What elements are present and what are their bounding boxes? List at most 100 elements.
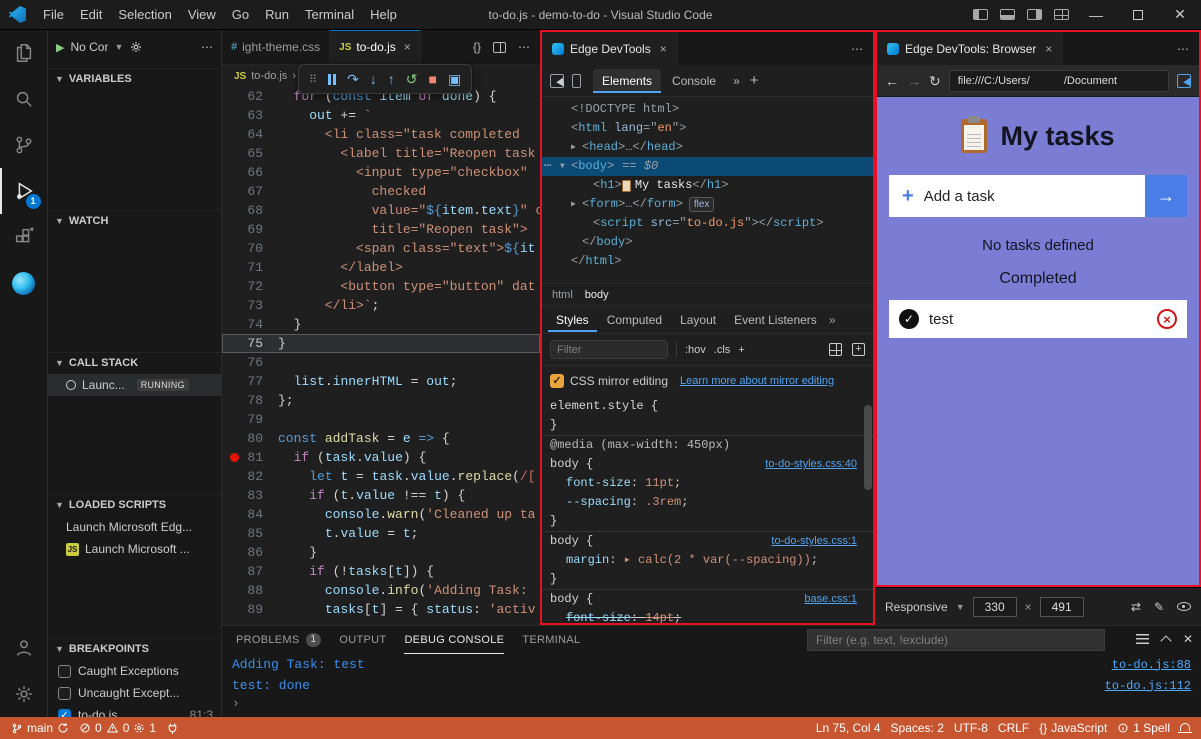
indentation-setting[interactable]: Spaces: 2 — [886, 717, 949, 739]
source-link[interactable]: to-do.js:88 — [1112, 658, 1191, 672]
line-number[interactable]: 89 — [222, 600, 278, 619]
line-number[interactable]: 88 — [222, 581, 278, 600]
panel-tab-output[interactable]: OUTPUT — [339, 626, 386, 654]
eol-setting[interactable]: CRLF — [993, 717, 1034, 739]
toggle-secondary-sidebar-button[interactable] — [1021, 0, 1048, 29]
line-number[interactable]: 67 — [222, 182, 278, 201]
menu-edit[interactable]: Edit — [72, 3, 110, 26]
source-link[interactable]: to-do.js:112 — [1105, 679, 1191, 693]
checkbox[interactable] — [58, 665, 71, 678]
settings-button[interactable] — [0, 671, 48, 717]
inspect-element-icon[interactable] — [1177, 74, 1191, 88]
accounts-button[interactable] — [0, 625, 48, 671]
customize-layout-button[interactable] — [1048, 0, 1075, 29]
section-watch[interactable]: ▼WATCH — [48, 210, 221, 230]
line-number[interactable]: 77 — [222, 372, 278, 391]
dom-node[interactable]: <h1>My tasks</h1> — [542, 176, 873, 195]
line-number[interactable]: 63 — [222, 106, 278, 125]
stylesheet-link[interactable]: to-do-styles.css:40 — [765, 455, 873, 474]
split-editor-icon[interactable] — [493, 42, 506, 53]
breakpoint-item[interactable]: Uncaught Except... — [48, 682, 221, 704]
menu-terminal[interactable]: Terminal — [297, 3, 362, 26]
line-number[interactable]: 79 — [222, 410, 278, 429]
console-input-prompt[interactable]: › — [222, 696, 1201, 717]
styles-tab-styles[interactable]: Styles — [548, 308, 597, 332]
code-line-77[interactable]: 77 list.innerHTML = out; — [222, 372, 540, 391]
flex-badge[interactable]: flex — [689, 197, 715, 212]
code-line-63[interactable]: 63 out += ` — [222, 106, 540, 125]
device-mode-select[interactable]: Responsive — [885, 600, 948, 614]
spell-checker-status[interactable]: 1 Spell — [1112, 717, 1175, 739]
code-line-67[interactable]: 67 checked — [222, 182, 540, 201]
edit-dimensions-icon[interactable]: ✎ — [1154, 600, 1164, 614]
line-number[interactable]: 70 — [222, 239, 278, 258]
code-line-89[interactable]: 89 tasks[t] = { status: 'activ — [222, 600, 540, 619]
line-number[interactable]: 78 — [222, 391, 278, 410]
styles-filter-input[interactable] — [550, 340, 668, 359]
inspect-element-icon[interactable] — [550, 74, 564, 88]
dom-node[interactable]: <html lang="en"> — [542, 119, 873, 138]
browser-editor-tab[interactable]: Edge DevTools: Browser × — [877, 32, 1063, 65]
sidebar-item-run-debug[interactable]: 1 — [0, 168, 48, 214]
call-stack-item[interactable]: Launc...RUNNING — [48, 374, 221, 396]
styles-tab-event-listeners[interactable]: Event Listeners — [726, 308, 825, 332]
line-number[interactable]: 85 — [222, 524, 278, 543]
section-loaded-scripts[interactable]: ▼LOADED SCRIPTS — [48, 494, 221, 514]
breakpoint-item[interactable]: ✓to-do.js81:3 — [48, 704, 221, 717]
restart-button[interactable]: ↺ — [406, 72, 418, 86]
checkbox[interactable]: ✓ — [58, 709, 71, 718]
step-into-button[interactable]: ↓ — [370, 72, 377, 86]
line-number[interactable]: 68 — [222, 201, 278, 220]
dom-node[interactable]: ⋯▼<body>== $0 — [542, 157, 873, 176]
breakpoint-dot[interactable] — [230, 453, 239, 462]
devtools-tab-elements[interactable]: Elements — [593, 69, 661, 93]
element-class-button[interactable]: .cls — [714, 344, 731, 356]
code-line-64[interactable]: 64 <li class="task completed — [222, 125, 540, 144]
menu-go[interactable]: Go — [224, 3, 257, 26]
line-number[interactable]: 69 — [222, 220, 278, 239]
code-line-82[interactable]: 82 let t = task.value.replace(/[ — [222, 467, 540, 486]
menu-view[interactable]: View — [180, 3, 224, 26]
configure-gear-icon[interactable] — [129, 40, 143, 54]
notifications-button[interactable] — [1175, 717, 1195, 739]
dom-node[interactable]: ▶<head>…</head> — [542, 138, 873, 157]
code-line-74[interactable]: 74 } — [222, 315, 540, 334]
code-line-71[interactable]: 71 </label> — [222, 258, 540, 277]
add-class-icon[interactable]: + — [738, 344, 744, 356]
add-tool-icon[interactable]: + — [750, 72, 759, 89]
maximize-button[interactable] — [1117, 0, 1159, 29]
stop-button[interactable]: ■ — [429, 72, 437, 86]
loaded-script-item[interactable]: Launch Microsoft Edg... — [48, 516, 221, 538]
close-icon[interactable]: × — [1045, 42, 1052, 56]
new-style-rule-icon[interactable]: + — [852, 343, 865, 356]
css-property[interactable]: --spacing: .3rem; — [550, 493, 873, 512]
twisty-icon[interactable]: ▼ — [560, 157, 571, 176]
more-tabs-icon[interactable]: » — [829, 313, 836, 327]
more-actions-icon[interactable]: ⋯ — [1177, 42, 1199, 56]
reload-icon[interactable]: ↻ — [929, 74, 941, 88]
minimize-button[interactable]: — — [1075, 0, 1117, 29]
code-line-80[interactable]: 80const addTask = e => { — [222, 429, 540, 448]
cursor-position[interactable]: Ln 75, Col 4 — [811, 717, 886, 739]
code-line-76[interactable]: 76 — [222, 353, 540, 372]
menu-selection[interactable]: Selection — [110, 3, 179, 26]
code-line-84[interactable]: 84 console.warn('Cleaned up ta — [222, 505, 540, 524]
css-mirror-checkbox[interactable]: ✓ — [550, 374, 564, 388]
dom-node[interactable]: ▶<form>…</form>flex — [542, 195, 873, 214]
breakpoint-item[interactable]: Caught Exceptions — [48, 660, 221, 682]
problems-indicator[interactable]: 0 0 1 — [74, 717, 161, 739]
menu-file[interactable]: File — [35, 3, 72, 26]
debug-config-select[interactable]: No Cor — [70, 40, 108, 54]
mirror-editing-link[interactable]: Learn more about mirror editing — [680, 375, 834, 387]
braces-icon[interactable]: {} — [473, 40, 481, 54]
css-property[interactable]: font-size: 11pt; — [550, 474, 873, 493]
editor-tab-ight-theme-css[interactable]: #ight-theme.css — [222, 30, 330, 64]
pause-button[interactable] — [328, 74, 336, 85]
language-mode[interactable]: {}JavaScript — [1034, 717, 1112, 739]
code-line-68[interactable]: 68 value="${item.text}" cl — [222, 201, 540, 220]
line-number[interactable]: 81 — [222, 448, 278, 467]
line-number[interactable]: 84 — [222, 505, 278, 524]
more-actions-icon[interactable]: ⋯ — [851, 42, 873, 56]
dom-node[interactable]: <!DOCTYPE html> — [542, 100, 873, 119]
code-line-69[interactable]: 69 title="Reopen task"> — [222, 220, 540, 239]
